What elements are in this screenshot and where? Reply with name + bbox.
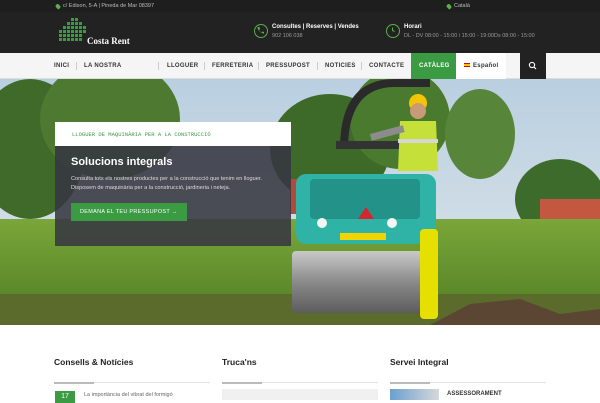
heading-accent: [222, 382, 262, 384]
nav-divider: [158, 62, 159, 70]
nav-divider: [361, 62, 362, 70]
address: c/ Edison, 5-A | Pineda de Mar 08397: [54, 2, 155, 10]
news-date-badge: 17: [55, 391, 75, 403]
logo-text: Costa Rent: [87, 36, 130, 46]
search-icon: [528, 61, 537, 70]
hero-title: Solucions integrals: [71, 156, 173, 168]
clock-icon: [386, 24, 400, 38]
phone-number[interactable]: 902 106 038: [272, 33, 303, 39]
phone-icon: [254, 24, 268, 38]
language-switch[interactable]: Català: [445, 2, 470, 10]
nav-divider: [204, 62, 205, 70]
request-quote-button[interactable]: DEMANA EL TEU PRESSUPOST →: [71, 203, 187, 221]
nav-item-lloguer[interactable]: LLOGUER: [167, 53, 198, 79]
globe-icon: [445, 2, 453, 10]
heading-accent: [54, 382, 94, 384]
nav-item-inici[interactable]: INICI: [54, 53, 69, 79]
nav-item-ferreteria[interactable]: FERRETERIA: [212, 53, 253, 79]
search-button[interactable]: [520, 53, 546, 79]
tricks-heading: Truca'ns: [222, 357, 257, 367]
service-thumbnail[interactable]: [390, 389, 439, 400]
nav-item-contacte[interactable]: CONTACTE: [369, 53, 404, 79]
tricks-widget: [222, 389, 378, 400]
hours-text: DL - DV 08:00 - 15:00 i 15:00 - 19:00Ds …: [404, 33, 535, 39]
hero-text: Consulta tots els nostres productes per …: [71, 176, 262, 191]
hero-card: Solucions integrals Consulta tots els no…: [55, 146, 291, 246]
nav-item-pressupost[interactable]: PRESSUPOST: [266, 53, 310, 79]
nav-divider: [258, 62, 259, 70]
service-item-link[interactable]: ASSESSORAMENT: [447, 391, 502, 397]
news-heading: Consells & Notícies: [54, 357, 134, 367]
nav-item-la-nostra[interactable]: LA NOSTRA: [84, 53, 121, 79]
news-item-link[interactable]: La importància del vibrat del formigó: [84, 392, 173, 398]
footer-columns: Consells & Notícies 17 La importància de…: [0, 325, 600, 403]
nav-language-switch[interactable]: Español: [456, 53, 507, 79]
top-bar: c/ Edison, 5-A | Pineda de Mar 08397 Cat…: [0, 0, 600, 12]
nav-item-noticies[interactable]: NOTICIES: [325, 53, 356, 79]
nav-item-cataleg[interactable]: CATÀLEG: [411, 53, 458, 79]
main-nav: INICI LA NOSTRA LLOGUER FERRETERIA PRESS…: [0, 53, 600, 79]
heading-accent: [390, 382, 430, 384]
address-text: c/ Edison, 5-A | Pineda de Mar 08397: [63, 3, 155, 9]
service-heading: Servei Integral: [390, 357, 449, 367]
site-header: Costa Rent Consultes | Reserves | Vendes…: [0, 12, 600, 53]
nav-language-label: Español: [473, 63, 499, 69]
hours-title: Horari: [404, 24, 422, 30]
logo[interactable]: Costa Rent: [57, 16, 139, 48]
hero-kicker: LLOGUER DE MAQUINÀRIA PER A LA CONSTRUCC…: [55, 122, 291, 146]
nav-divider: [76, 62, 77, 70]
nav-divider: [317, 62, 318, 70]
language-label[interactable]: Català: [454, 3, 470, 9]
spain-flag-icon: [464, 63, 470, 68]
location-pin-icon: [54, 2, 62, 10]
contact-title: Consultes | Reserves | Vendes: [272, 24, 359, 30]
